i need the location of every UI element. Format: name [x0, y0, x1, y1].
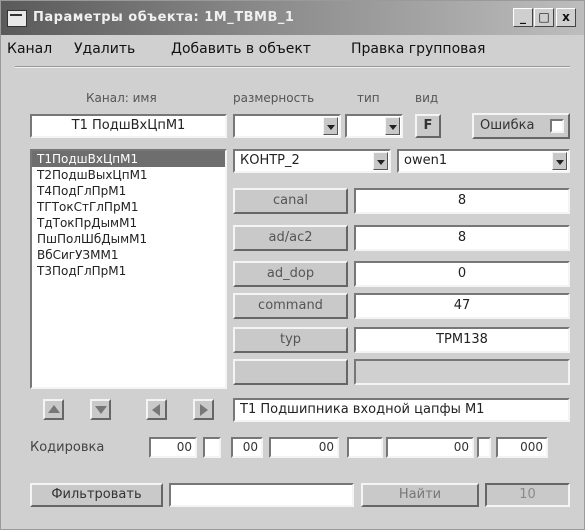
close-button[interactable]: x — [556, 8, 576, 27]
channel-list-item[interactable]: Т2ПодшВыхЦпМ1 — [32, 167, 225, 183]
chevron-down-icon[interactable] — [373, 152, 388, 170]
encoding-label: Кодировка — [30, 440, 105, 455]
channel-list-item[interactable]: Т1ПодшВхЦпМ1 — [32, 151, 225, 167]
controller-combo[interactable]: КОНТР_2 — [233, 149, 391, 173]
menu-bar: Канал Удалить Добавить в объект Правка г… — [1, 37, 584, 61]
channel-list-item[interactable]: Т4ПодГлПрМ1 — [32, 183, 225, 199]
object-parameters-window: Параметры объекта: 1М_ТВМВ_1 _ □ x Канал… — [0, 0, 585, 530]
menu-channel[interactable]: Канал — [7, 41, 52, 57]
encoding-cell-value: 00 — [318, 440, 334, 454]
encoding-cell[interactable]: 00 — [231, 437, 263, 458]
param-button-command[interactable]: command — [233, 293, 348, 319]
param-button-empty[interactable] — [233, 359, 348, 385]
encoding-cell[interactable]: 00 — [269, 437, 339, 458]
encoding-cell[interactable] — [347, 437, 383, 458]
controller-value: КОНТР_2 — [240, 153, 300, 168]
encoding-cell[interactable] — [203, 437, 221, 458]
next-record-button[interactable] — [193, 399, 214, 420]
find-button[interactable]: Найти — [361, 483, 479, 507]
param-button-ad-dop[interactable]: ad_dop — [233, 261, 348, 287]
channel-list-item[interactable]: ТГТокСтГлПрМ1 — [32, 199, 225, 215]
error-label: Ошибка — [480, 118, 535, 133]
prev-record-button[interactable] — [146, 399, 167, 420]
description-field[interactable]: Т1 Подшипника входной цапфы М1 — [233, 398, 570, 422]
param-button-typ[interactable]: typ — [233, 327, 348, 353]
encoding-cell-value: 00 — [242, 440, 258, 454]
param-button-ad-ac2[interactable]: ad/ac2 — [233, 225, 348, 251]
arrow-left-icon — [152, 404, 160, 416]
error-checkbox-group[interactable]: Ошибка — [472, 113, 570, 139]
filter-input[interactable] — [169, 483, 354, 507]
channel-list-item[interactable]: ПшПолШбДымМ1 — [32, 231, 225, 247]
count-display: 10 — [485, 483, 570, 507]
param-value-field[interactable]: 0 — [354, 261, 570, 287]
param-value-field[interactable]: 8 — [354, 188, 570, 214]
channel-list-items: Т1ПодшВхЦпМ1 Т2ПодшВыхЦпМ1 Т4ПодГлПрМ1 ТГТо… — [32, 151, 225, 279]
encoding-cell-value: 00 — [453, 440, 469, 454]
encoding-cell[interactable]: 00 — [149, 437, 197, 458]
title-bar: Параметры объекта: 1М_ТВМВ_1 _ □ x — [1, 1, 584, 35]
type-label: тип — [357, 91, 380, 105]
param-value-field[interactable] — [354, 359, 570, 385]
param-value-field[interactable]: ТРМ138 — [354, 327, 570, 353]
system-menu-icon[interactable] — [7, 10, 27, 27]
encoding-cell[interactable]: 000 — [496, 437, 548, 458]
encoding-cell-value: 000 — [520, 440, 543, 454]
channel-name-input[interactable]: T1 ПодшВхЦпМ1 — [30, 114, 227, 138]
param-value-field[interactable]: 8 — [354, 225, 570, 251]
error-checkbox[interactable] — [550, 119, 564, 133]
chevron-down-icon[interactable] — [552, 152, 567, 170]
chevron-down-icon[interactable] — [323, 117, 338, 135]
view-label: вид — [415, 91, 439, 105]
view-button[interactable]: F — [415, 114, 441, 138]
encoding-cell-value: 00 — [176, 440, 192, 454]
channel-list[interactable]: Т1ПодшВхЦпМ1 Т2ПодшВыхЦпМ1 Т4ПодГлПрМ1 ТГТо… — [30, 149, 227, 389]
arrow-down-icon — [95, 406, 107, 414]
channel-name-label: Канал: имя — [86, 91, 157, 105]
menu-delete[interactable]: Удалить — [74, 41, 135, 57]
menu-group-edit[interactable]: Правка групповая — [351, 41, 485, 57]
device-combo[interactable]: owen1 — [397, 149, 570, 173]
type-combo[interactable] — [345, 114, 403, 138]
dimension-label: размерность — [233, 91, 315, 105]
channel-list-item[interactable]: ВбСигУЗММ1 — [32, 247, 225, 263]
maximize-button[interactable]: □ — [534, 8, 554, 27]
window-title: Параметры объекта: 1М_ТВМВ_1 — [33, 10, 295, 25]
param-button-canal[interactable]: canal — [233, 188, 348, 214]
channel-list-item[interactable]: ТдТокПрДымМ1 — [32, 215, 225, 231]
channel-list-item[interactable]: Т3ПодГлПрМ1 — [32, 263, 225, 279]
arrow-up-icon — [48, 405, 60, 413]
device-value: owen1 — [404, 153, 448, 168]
arrow-right-icon — [200, 404, 208, 416]
last-record-button[interactable] — [90, 399, 111, 420]
filter-button[interactable]: Фильтровать — [30, 483, 163, 507]
param-value-field[interactable]: 47 — [354, 293, 570, 319]
encoding-cell[interactable] — [477, 437, 491, 458]
minimize-button[interactable]: _ — [513, 8, 533, 27]
first-record-button[interactable] — [43, 399, 64, 420]
menu-add-to-object[interactable]: Добавить в объект — [171, 41, 311, 57]
chevron-down-icon[interactable] — [385, 117, 400, 135]
dimension-combo[interactable] — [233, 114, 341, 138]
menu-separator — [15, 66, 570, 68]
encoding-cell[interactable]: 00 — [386, 437, 474, 458]
